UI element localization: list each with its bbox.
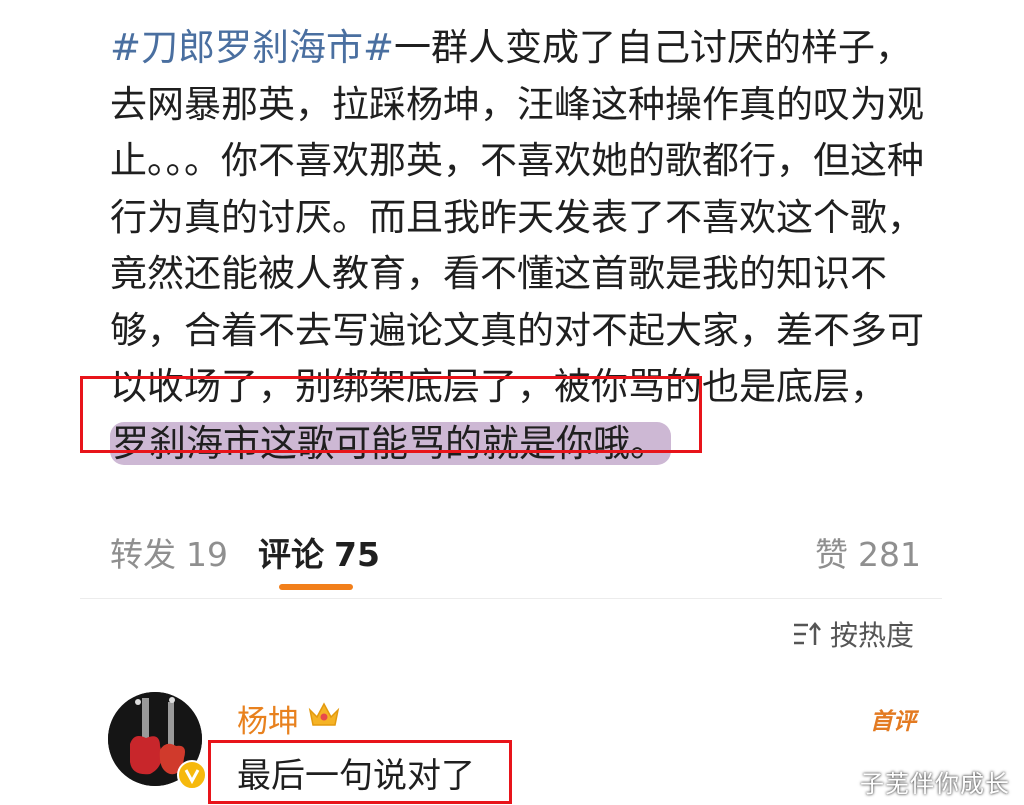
tab-likes-count: 281	[858, 535, 921, 574]
tab-comments-label: 评论	[258, 535, 324, 574]
comment-username[interactable]: 杨坤	[237, 696, 341, 741]
tab-repost-count: 19	[186, 535, 228, 574]
annotation-box-comment	[208, 740, 512, 804]
first-comment-badge: 首评	[870, 709, 916, 735]
tab-comments-count: 75	[334, 535, 380, 574]
tab-likes[interactable]: 赞 281	[815, 528, 921, 576]
sort-button[interactable]: 按热度	[792, 614, 914, 654]
post-tabs: 转发 19 评论 75 赞 281	[110, 528, 921, 578]
tabs-divider	[80, 598, 942, 599]
tab-repost-label: 转发	[110, 535, 176, 574]
hashtag-link[interactable]: #刀郎罗刹海市#	[110, 26, 394, 69]
post-body-text: 一群人变成了自己讨厌的样子，去网暴那英，拉踩杨坤，汪峰这种操作真的叹为观止。。。…	[110, 26, 924, 408]
sort-icon	[792, 621, 822, 647]
tab-repost[interactable]: 转发 19	[110, 528, 228, 576]
watermark: 子芜伴你成长	[860, 770, 1010, 798]
verified-icon	[177, 760, 207, 790]
tab-comments[interactable]: 评论 75	[258, 528, 380, 576]
username-text: 杨坤	[237, 704, 299, 740]
crown-icon	[307, 700, 341, 738]
sort-label: 按热度	[829, 619, 914, 652]
active-tab-indicator	[279, 584, 353, 590]
annotation-box-post	[80, 376, 702, 453]
tab-likes-label: 赞	[815, 535, 848, 574]
